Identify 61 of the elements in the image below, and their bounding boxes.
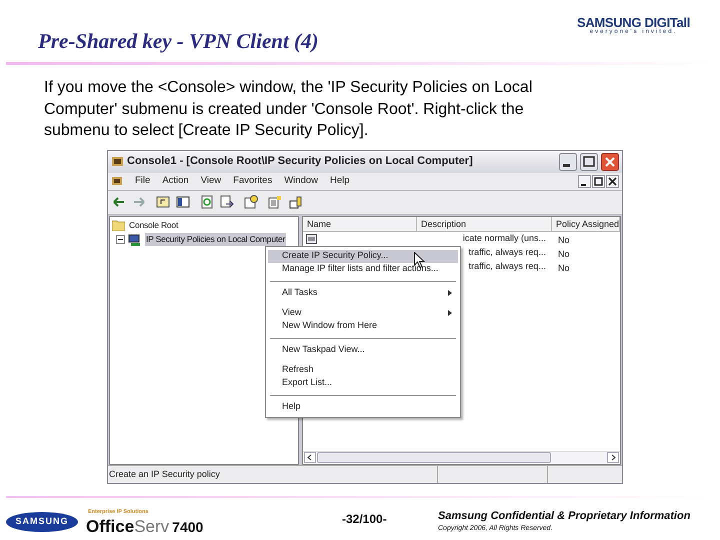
menu-item[interactable]: Action — [162, 174, 189, 188]
close-button[interactable] — [606, 174, 619, 188]
instruction-text: If you move the <Console> window, the 'IP Security Policies on Local Computer' submenu is created under 'Console Root'. Right-click the submenu to select [Create IP Security Policy]. — [44, 78, 534, 141]
folder-icon — [112, 220, 125, 231]
table-cell-text: icate normally (uns... — [462, 232, 546, 245]
column-header[interactable]: Name — [302, 216, 417, 230]
table-cell-text: traffic, always req... — [468, 246, 546, 259]
maximize-button[interactable] — [580, 152, 598, 170]
menu-item[interactable]: Refresh — [268, 364, 458, 376]
table-cell-text: traffic, always req... — [468, 260, 546, 273]
restore-button[interactable] — [592, 174, 605, 188]
minimize-button[interactable] — [559, 152, 577, 170]
product-logo: OfficeServ 7400 — [86, 516, 204, 538]
tree-item[interactable]: IP Security Policies on Local Computer — [145, 233, 286, 246]
minimize-button[interactable] — [578, 174, 591, 188]
policy-icon[interactable] — [288, 195, 302, 209]
close-button[interactable] — [601, 152, 619, 170]
console-icon — [111, 175, 123, 187]
console-icon — [111, 155, 124, 168]
back-arrow-icon[interactable] — [112, 195, 126, 209]
scroll-left-icon[interactable] — [304, 452, 316, 463]
page-number: -32/100- — [342, 510, 387, 528]
help-icon[interactable] — [244, 195, 258, 209]
menu-item[interactable]: Help — [268, 400, 458, 414]
brand-logo: SAMSUNG DIGITall — [576, 16, 690, 29]
table-cell: No — [558, 262, 570, 272]
menu-item[interactable]: Create IP Security Policy... — [268, 250, 458, 262]
menu-item[interactable]: New Taskpad View... — [268, 344, 458, 356]
confidential-notice: Samsung Confidential & Proprietary Information — [438, 508, 690, 524]
scroll-right-icon[interactable] — [607, 452, 619, 463]
status-text: Create an IP Security policy — [108, 466, 438, 482]
policy-icon — [306, 234, 317, 244]
table-cell: No — [558, 234, 570, 244]
menu-item[interactable]: Help — [330, 174, 350, 188]
menu-item[interactable]: View — [200, 174, 222, 188]
tree-pane-icon[interactable] — [176, 195, 190, 209]
policy-icon[interactable] — [268, 195, 282, 209]
table-cell: No — [558, 248, 570, 258]
menu-item[interactable]: Manage IP filter lists and filter actions... — [268, 262, 458, 276]
menu-item[interactable]: File — [135, 174, 150, 188]
refresh-icon[interactable] — [200, 195, 214, 209]
submenu-arrow-icon — [448, 290, 452, 296]
tree-item[interactable]: Console Root — [128, 219, 180, 232]
slide-title: Pre-Shared key - VPN Client (4) — [38, 28, 319, 55]
column-header[interactable]: Policy Assigned — [552, 216, 620, 230]
horizontal-scrollbar[interactable] — [302, 450, 620, 464]
submenu-arrow-icon — [448, 310, 452, 316]
up-folder-icon[interactable] — [156, 195, 170, 209]
collapse-icon[interactable] — [116, 235, 125, 244]
menu-item[interactable]: Window — [284, 174, 318, 188]
brand-logo: SAMSUNG — [6, 512, 78, 532]
export-list-icon[interactable] — [220, 195, 234, 209]
scrollbar-thumb[interactable] — [316, 452, 551, 463]
window-title: Console1 - [Console Root\IP Security Policies on Local Computer] — [127, 154, 474, 170]
menu-item[interactable]: Export List... — [268, 376, 458, 390]
menu-item[interactable]: New Window from Here — [268, 320, 458, 332]
computer-icon — [128, 234, 142, 246]
menu-item[interactable]: View — [268, 306, 458, 320]
menu-item[interactable]: Favorites — [233, 174, 272, 188]
column-header[interactable]: Description — [416, 216, 552, 230]
menu-item[interactable]: All Tasks — [268, 286, 458, 300]
